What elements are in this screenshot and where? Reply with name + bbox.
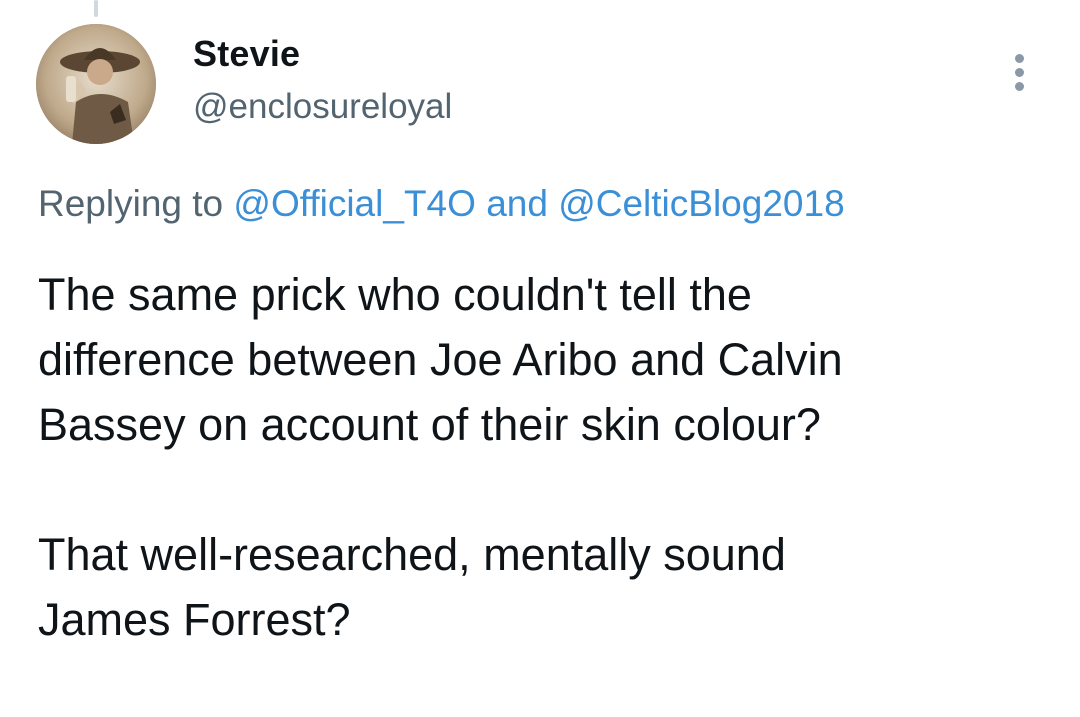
avatar-photo xyxy=(36,24,156,144)
replying-to-line: Replying to @Official_T4O and @CelticBlo… xyxy=(38,183,845,225)
more-vertical-icon xyxy=(1015,54,1024,63)
more-options-button[interactable] xyxy=(1005,52,1035,94)
mention-celticblog2018[interactable]: @CelticBlog2018 xyxy=(558,183,844,224)
mention-official-t4o[interactable]: @Official_T4O xyxy=(233,183,476,224)
author-display-name[interactable]: Stevie xyxy=(193,33,300,75)
replying-to-label: Replying to xyxy=(38,183,224,224)
more-vertical-icon-dot xyxy=(1015,82,1024,91)
author-handle[interactable]: @enclosureloyal xyxy=(193,87,452,127)
more-vertical-icon-dot xyxy=(1015,68,1024,77)
avatar[interactable] xyxy=(36,24,156,144)
mention-joiner: and xyxy=(486,183,548,224)
thread-connector-line xyxy=(94,0,98,17)
tweet-body-text: The same prick who couldn't tell the dif… xyxy=(38,269,843,645)
